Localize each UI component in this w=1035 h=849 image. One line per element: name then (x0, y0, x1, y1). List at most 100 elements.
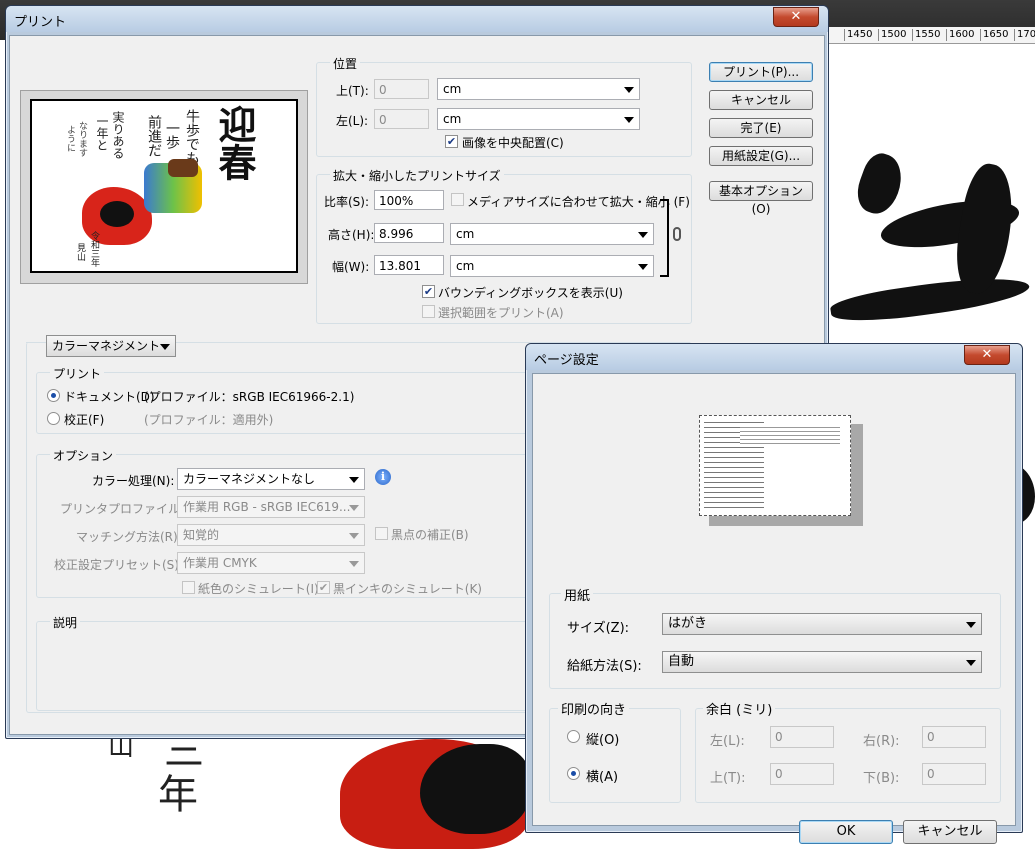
left-field[interactable]: 0 (374, 109, 429, 129)
rendering-intent-select[interactable]: 知覚的 (177, 524, 365, 546)
margin-bottom-field[interactable]: 0 (922, 763, 986, 785)
top-unit-value: cm (443, 82, 462, 96)
margins-group (695, 708, 1001, 803)
top-unit-select[interactable]: cm (437, 78, 640, 100)
close-button[interactable]: ✕ (773, 7, 819, 27)
fit-media-label: メディアサイズに合わせて拡大・縮小 (F) (467, 195, 690, 209)
black-point-checkbox[interactable] (375, 527, 388, 540)
left-unit-select[interactable]: cm (437, 108, 640, 130)
left-unit-value: cm (443, 112, 462, 126)
basic-options-button[interactable]: 基本オプション(O) (709, 181, 813, 216)
card-line: なります (77, 121, 87, 157)
paper-group (549, 593, 1001, 689)
margins-group-label: 余白 (ミリ) (703, 699, 776, 718)
card-line: 一歩 (164, 121, 180, 149)
paper-group-label: 用紙 (561, 585, 594, 604)
document-radio[interactable] (47, 389, 60, 402)
ruler-tick: 1500 (878, 29, 906, 41)
color-handling-label: カラー処理(N): (92, 474, 175, 488)
proof-label: 校正(F) (64, 413, 105, 427)
page-setup-button[interactable]: 用紙設定(G)... (709, 146, 813, 166)
chevron-down-icon (349, 477, 359, 483)
ruler-tick: 1550 (912, 29, 940, 41)
preview-image: 迎春 牛歩でも 一歩 前進だ 実りある 一年と なります ように 令和三年 見山 (30, 99, 298, 273)
bounding-box-checkbox[interactable]: ✔ (422, 285, 435, 298)
chain-link-icon[interactable] (673, 227, 681, 241)
size-label: サイズ(Z): (567, 621, 630, 636)
paper-source-value: 自動 (668, 654, 695, 669)
proof-setup-value: 作業用 CMYK (183, 556, 257, 570)
black-ink-label: 黒インキのシミュレート(K) (333, 582, 482, 596)
cow-face (100, 201, 134, 227)
proof-radio[interactable] (47, 412, 60, 425)
ruler-tick: 1600 (946, 29, 974, 41)
card-title: 迎春 (212, 105, 257, 181)
print-dialog-title: プリント (14, 15, 67, 30)
chevron-down-icon (349, 561, 359, 567)
page-setup-client: 用紙 サイズ(Z): はがき 給紙方法(S): 自動 印刷の向き 縦(O) 横(… (532, 373, 1016, 844)
ratio-label: 比率(S): (324, 195, 370, 209)
height-field[interactable]: 8.996 (374, 223, 444, 243)
done-button[interactable]: 完了(E) (709, 118, 813, 138)
paper-color-checkbox[interactable] (182, 581, 195, 594)
width-label: 幅(W): (332, 260, 370, 274)
info-icon[interactable]: i (375, 469, 391, 485)
chevron-down-icon (624, 87, 634, 93)
color-handling-select[interactable]: カラーマネジメントなし (177, 468, 365, 490)
description-group-label: 説明 (50, 614, 81, 631)
card-line: 前進だ (146, 115, 162, 157)
landscape-radio[interactable] (567, 767, 580, 780)
page-setup-cancel-button[interactable]: キャンセル (903, 820, 997, 844)
portrait-radio[interactable] (567, 730, 580, 743)
margin-right-field[interactable]: 0 (922, 726, 986, 748)
page-setup-close-button[interactable]: ✕ (964, 345, 1010, 365)
paper-source-label: 給紙方法(S): (567, 659, 642, 674)
printer-profile-select[interactable]: 作業用 RGB - sRGB IEC619... (177, 496, 365, 518)
document-profile: (プロファイル：sRGB IEC61966-2.1) (144, 390, 355, 404)
margin-right-label: 右(R): (863, 734, 900, 749)
top-label: 上(T): (336, 84, 369, 98)
description-group (36, 621, 548, 711)
fit-media-checkbox[interactable] (451, 193, 464, 206)
chevron-down-icon (638, 232, 648, 238)
ok-button[interactable]: OK (799, 820, 893, 844)
margin-top-field[interactable]: 0 (770, 763, 834, 785)
ratio-field[interactable]: 100% (374, 190, 444, 210)
width-field[interactable]: 13.801 (374, 255, 444, 275)
chevron-down-icon (966, 622, 976, 628)
paper-size-select[interactable]: はがき (662, 613, 982, 635)
paper-source-select[interactable]: 自動 (662, 651, 982, 673)
card-signature: 令和三年 (89, 231, 99, 267)
page-preview (699, 415, 851, 516)
top-field[interactable]: 0 (374, 79, 429, 99)
cancel-button[interactable]: キャンセル (709, 90, 813, 110)
orientation-group-label: 印刷の向き (558, 699, 630, 718)
margin-left-field[interactable]: 0 (770, 726, 834, 748)
width-unit-value: cm (456, 259, 475, 273)
page-setup-title: ページ設定 (534, 353, 599, 368)
rendering-intent-value: 知覚的 (183, 528, 220, 542)
card-signature: 見山 (75, 243, 85, 261)
margin-bottom-label: 下(B): (863, 771, 900, 786)
rendering-intent-label: マッチング方法(R): (76, 530, 182, 544)
print-group-label: プリント (50, 365, 105, 382)
proof-setup-select[interactable]: 作業用 CMYK (177, 552, 365, 574)
print-dialog-titlebar[interactable] (6, 6, 828, 32)
center-image-checkbox[interactable]: ✔ (445, 135, 458, 148)
ruler-tick: 1650 (980, 29, 1008, 41)
page-setup-titlebar[interactable] (526, 344, 1022, 370)
width-unit-select[interactable]: cm (450, 255, 654, 277)
black-ink-checkbox[interactable]: ✔ (317, 581, 330, 594)
orientation-group (549, 708, 681, 803)
center-image-label: 画像を中央配置(C) (462, 136, 564, 150)
height-unit-select[interactable]: cm (450, 223, 654, 245)
card-line: 牛歩でも (184, 109, 200, 165)
height-label: 高さ(H): (328, 228, 375, 242)
left-label: 左(L): (336, 114, 369, 128)
print-button[interactable]: プリント(P)... (709, 62, 813, 82)
print-selection-checkbox[interactable] (422, 305, 435, 318)
calligraphy-char: 年 (158, 772, 198, 818)
scaled-print-size-label: 拡大・縮小したプリントサイズ (330, 167, 504, 184)
proof-profile: (プロファイル：適用外) (144, 413, 274, 427)
card-line: ように (65, 125, 75, 152)
